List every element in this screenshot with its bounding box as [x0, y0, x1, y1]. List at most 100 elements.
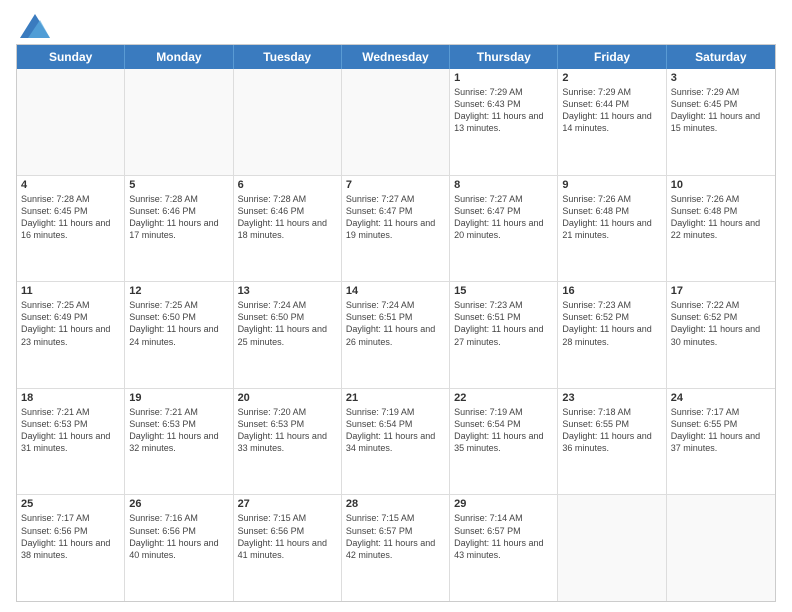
- day-info: Sunrise: 7:15 AMSunset: 6:56 PMDaylight:…: [238, 512, 337, 561]
- cal-week-4: 25 Sunrise: 7:17 AMSunset: 6:56 PMDayligh…: [17, 494, 775, 601]
- cal-cell: 8 Sunrise: 7:27 AMSunset: 6:47 PMDaylight…: [450, 176, 558, 282]
- day-info: Sunrise: 7:15 AMSunset: 6:57 PMDaylight:…: [346, 512, 445, 561]
- cal-cell: 2 Sunrise: 7:29 AMSunset: 6:44 PMDaylight…: [558, 69, 666, 175]
- day-info: Sunrise: 7:16 AMSunset: 6:56 PMDaylight:…: [129, 512, 228, 561]
- cal-cell: 24 Sunrise: 7:17 AMSunset: 6:55 PMDayligh…: [667, 389, 775, 495]
- day-number: 4: [21, 179, 120, 191]
- cal-header-sunday: Sunday: [17, 45, 125, 69]
- day-number: 12: [129, 285, 228, 297]
- cal-cell: 21 Sunrise: 7:19 AMSunset: 6:54 PMDayligh…: [342, 389, 450, 495]
- cal-cell: 1 Sunrise: 7:29 AMSunset: 6:43 PMDaylight…: [450, 69, 558, 175]
- cal-header-friday: Friday: [558, 45, 666, 69]
- day-number: 3: [671, 72, 771, 84]
- day-number: 26: [129, 498, 228, 510]
- day-number: 9: [562, 179, 661, 191]
- calendar: SundayMondayTuesdayWednesdayThursdayFrid…: [16, 44, 776, 602]
- day-info: Sunrise: 7:19 AMSunset: 6:54 PMDaylight:…: [454, 406, 553, 455]
- day-info: Sunrise: 7:26 AMSunset: 6:48 PMDaylight:…: [671, 193, 771, 242]
- day-info: Sunrise: 7:20 AMSunset: 6:53 PMDaylight:…: [238, 406, 337, 455]
- day-info: Sunrise: 7:22 AMSunset: 6:52 PMDaylight:…: [671, 299, 771, 348]
- cal-cell: 5 Sunrise: 7:28 AMSunset: 6:46 PMDaylight…: [125, 176, 233, 282]
- day-number: 2: [562, 72, 661, 84]
- day-number: 7: [346, 179, 445, 191]
- day-number: 20: [238, 392, 337, 404]
- cal-cell: [667, 495, 775, 601]
- day-info: Sunrise: 7:24 AMSunset: 6:50 PMDaylight:…: [238, 299, 337, 348]
- cal-cell: 18Sunrise: 7:21 AMSunset: 6:53 PMDayligh…: [17, 389, 125, 495]
- cal-cell: 27 Sunrise: 7:15 AMSunset: 6:56 PMDayligh…: [234, 495, 342, 601]
- cal-cell: 22Sunrise: 7:19 AMSunset: 6:54 PMDayligh…: [450, 389, 558, 495]
- calendar-body: 1 Sunrise: 7:29 AMSunset: 6:43 PMDaylight…: [17, 69, 775, 601]
- cal-cell: [234, 69, 342, 175]
- day-info: Sunrise: 7:28 AMSunset: 6:45 PMDaylight:…: [21, 193, 120, 242]
- cal-cell: 10 Sunrise: 7:26 AMSunset: 6:48 PMDayligh…: [667, 176, 775, 282]
- day-info: Sunrise: 7:28 AMSunset: 6:46 PMDaylight:…: [238, 193, 337, 242]
- day-info: Sunrise: 7:18 AMSunset: 6:55 PMDaylight:…: [562, 406, 661, 455]
- cal-cell: 12 Sunrise: 7:25 AMSunset: 6:50 PMDayligh…: [125, 282, 233, 388]
- day-number: 15: [454, 285, 553, 297]
- day-info: Sunrise: 7:23 AMSunset: 6:52 PMDaylight:…: [562, 299, 661, 348]
- cal-cell: 11Sunrise: 7:25 AMSunset: 6:49 PMDayligh…: [17, 282, 125, 388]
- day-number: 28: [346, 498, 445, 510]
- day-info: Sunrise: 7:29 AMSunset: 6:44 PMDaylight:…: [562, 86, 661, 135]
- cal-header-monday: Monday: [125, 45, 233, 69]
- day-info: Sunrise: 7:21 AMSunset: 6:53 PMDaylight:…: [129, 406, 228, 455]
- day-info: Sunrise: 7:25 AMSunset: 6:50 PMDaylight:…: [129, 299, 228, 348]
- cal-cell: 20 Sunrise: 7:20 AMSunset: 6:53 PMDayligh…: [234, 389, 342, 495]
- header: [16, 12, 776, 40]
- cal-cell: 9 Sunrise: 7:26 AMSunset: 6:48 PMDaylight…: [558, 176, 666, 282]
- day-number: 6: [238, 179, 337, 191]
- day-info: Sunrise: 7:24 AMSunset: 6:51 PMDaylight:…: [346, 299, 445, 348]
- logo: [16, 14, 50, 40]
- day-number: 11: [21, 285, 120, 297]
- cal-week-0: 1 Sunrise: 7:29 AMSunset: 6:43 PMDaylight…: [17, 69, 775, 175]
- cal-cell: 15Sunrise: 7:23 AMSunset: 6:51 PMDayligh…: [450, 282, 558, 388]
- day-info: Sunrise: 7:29 AMSunset: 6:43 PMDaylight:…: [454, 86, 553, 135]
- cal-cell: [558, 495, 666, 601]
- day-info: Sunrise: 7:21 AMSunset: 6:53 PMDaylight:…: [21, 406, 120, 455]
- cal-cell: 3 Sunrise: 7:29 AMSunset: 6:45 PMDaylight…: [667, 69, 775, 175]
- cal-header-saturday: Saturday: [667, 45, 775, 69]
- cal-cell: 6 Sunrise: 7:28 AMSunset: 6:46 PMDaylight…: [234, 176, 342, 282]
- cal-week-2: 11Sunrise: 7:25 AMSunset: 6:49 PMDayligh…: [17, 281, 775, 388]
- cal-cell: 23 Sunrise: 7:18 AMSunset: 6:55 PMDayligh…: [558, 389, 666, 495]
- cal-cell: 26 Sunrise: 7:16 AMSunset: 6:56 PMDayligh…: [125, 495, 233, 601]
- day-info: Sunrise: 7:27 AMSunset: 6:47 PMDaylight:…: [346, 193, 445, 242]
- day-number: 1: [454, 72, 553, 84]
- day-number: 14: [346, 285, 445, 297]
- logo-icon: [20, 10, 50, 40]
- cal-header-thursday: Thursday: [450, 45, 558, 69]
- page: SundayMondayTuesdayWednesdayThursdayFrid…: [0, 0, 792, 612]
- cal-cell: 14 Sunrise: 7:24 AMSunset: 6:51 PMDayligh…: [342, 282, 450, 388]
- calendar-header-row: SundayMondayTuesdayWednesdayThursdayFrid…: [17, 45, 775, 69]
- cal-week-1: 4 Sunrise: 7:28 AMSunset: 6:45 PMDaylight…: [17, 175, 775, 282]
- day-info: Sunrise: 7:17 AMSunset: 6:55 PMDaylight:…: [671, 406, 771, 455]
- day-number: 16: [562, 285, 661, 297]
- cal-week-3: 18Sunrise: 7:21 AMSunset: 6:53 PMDayligh…: [17, 388, 775, 495]
- day-number: 24: [671, 392, 771, 404]
- day-number: 21: [346, 392, 445, 404]
- day-info: Sunrise: 7:19 AMSunset: 6:54 PMDaylight:…: [346, 406, 445, 455]
- cal-cell: 16 Sunrise: 7:23 AMSunset: 6:52 PMDayligh…: [558, 282, 666, 388]
- day-number: 27: [238, 498, 337, 510]
- cal-cell: 29Sunrise: 7:14 AMSunset: 6:57 PMDayligh…: [450, 495, 558, 601]
- cal-cell: 28 Sunrise: 7:15 AMSunset: 6:57 PMDayligh…: [342, 495, 450, 601]
- cal-header-wednesday: Wednesday: [342, 45, 450, 69]
- day-number: 10: [671, 179, 771, 191]
- cal-cell: 13Sunrise: 7:24 AMSunset: 6:50 PMDayligh…: [234, 282, 342, 388]
- cal-cell: [342, 69, 450, 175]
- day-number: 23: [562, 392, 661, 404]
- cal-cell: 17 Sunrise: 7:22 AMSunset: 6:52 PMDayligh…: [667, 282, 775, 388]
- day-number: 29: [454, 498, 553, 510]
- day-info: Sunrise: 7:27 AMSunset: 6:47 PMDaylight:…: [454, 193, 553, 242]
- day-info: Sunrise: 7:17 AMSunset: 6:56 PMDaylight:…: [21, 512, 120, 561]
- day-info: Sunrise: 7:29 AMSunset: 6:45 PMDaylight:…: [671, 86, 771, 135]
- day-info: Sunrise: 7:28 AMSunset: 6:46 PMDaylight:…: [129, 193, 228, 242]
- day-number: 8: [454, 179, 553, 191]
- day-number: 17: [671, 285, 771, 297]
- day-info: Sunrise: 7:26 AMSunset: 6:48 PMDaylight:…: [562, 193, 661, 242]
- day-number: 25: [21, 498, 120, 510]
- cal-cell: 4 Sunrise: 7:28 AMSunset: 6:45 PMDaylight…: [17, 176, 125, 282]
- cal-cell: [17, 69, 125, 175]
- day-number: 5: [129, 179, 228, 191]
